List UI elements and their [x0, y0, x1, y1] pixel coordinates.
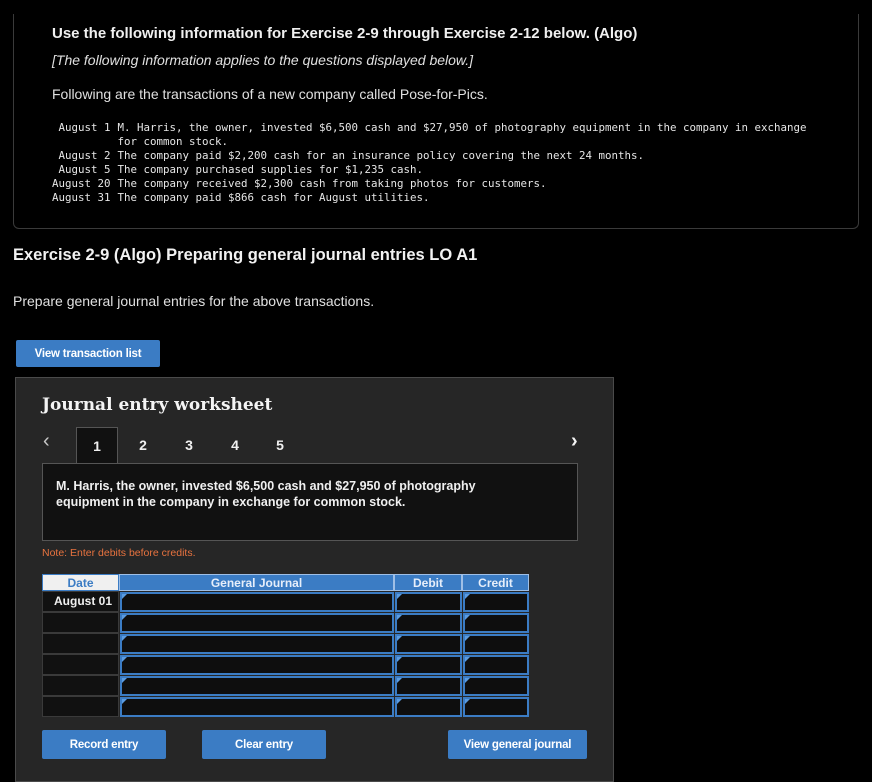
row-date: August 01: [42, 591, 119, 612]
transaction-description: The company paid $2,200 cash for an insu…: [117, 149, 645, 162]
credit-input[interactable]: [463, 634, 529, 654]
credit-input[interactable]: [463, 676, 529, 696]
transaction-date: August 1: [58, 121, 111, 134]
tab-1[interactable]: 1: [76, 427, 118, 464]
row-date: [42, 675, 119, 696]
chevron-right-icon[interactable]: ›: [571, 430, 578, 453]
debit-input[interactable]: [395, 613, 462, 633]
tab-2[interactable]: 2: [122, 427, 164, 463]
debit-input[interactable]: [395, 655, 462, 675]
transactions-table: August 1 M. Harris, the owner, invested …: [52, 121, 808, 205]
transaction-description: M. Harris, the owner, invested $6,500 ca…: [117, 121, 807, 148]
column-header-general-journal: General Journal: [119, 574, 394, 591]
row-date: [42, 696, 119, 717]
transaction-description: The company paid $866 cash for August ut…: [117, 191, 430, 204]
debit-input[interactable]: [395, 592, 462, 612]
account-input[interactable]: [120, 634, 394, 654]
view-transaction-list-button[interactable]: View transaction list: [16, 340, 160, 367]
transaction-row: August 2 The company paid $2,200 cash fo…: [52, 149, 808, 163]
transaction-date: August 20: [52, 177, 111, 190]
worksheet-description: M. Harris, the owner, invested $6,500 ca…: [56, 479, 476, 509]
chevron-left-icon[interactable]: ‹: [43, 430, 50, 453]
account-input[interactable]: [120, 655, 394, 675]
column-header-credit: Credit: [462, 574, 529, 591]
account-input[interactable]: [120, 697, 394, 717]
transaction-date: August 31: [52, 191, 111, 204]
account-input[interactable]: [120, 592, 394, 612]
entry-note: Note: Enter debits before credits.: [42, 547, 196, 559]
transaction-date: August 2: [58, 149, 111, 162]
debit-input[interactable]: [395, 697, 462, 717]
exercise-instruction: Prepare general journal entries for the …: [13, 293, 375, 309]
tab-5[interactable]: 5: [259, 427, 301, 463]
transaction-description: The company received $2,300 cash from ta…: [117, 177, 547, 190]
column-header-debit: Debit: [394, 574, 462, 591]
tab-3[interactable]: 3: [168, 427, 210, 463]
credit-input[interactable]: [463, 613, 529, 633]
view-general-journal-button[interactable]: View general journal: [448, 730, 587, 759]
credit-input[interactable]: [463, 697, 529, 717]
info-subtitle: [The following information applies to th…: [52, 52, 474, 68]
transaction-date: August 5: [58, 163, 111, 176]
transaction-description-box: M. Harris, the owner, invested $6,500 ca…: [42, 463, 578, 541]
info-title: Use the following information for Exerci…: [52, 25, 638, 42]
info-intro: Following are the transactions of a new …: [52, 86, 488, 102]
transaction-row: August 1 M. Harris, the owner, invested …: [52, 121, 808, 149]
transaction-row: August 20 The company received $2,300 ca…: [52, 177, 808, 191]
account-input[interactable]: [120, 613, 394, 633]
exercise-heading: Exercise 2-9 (Algo) Preparing general jo…: [13, 246, 478, 264]
column-header-date: Date: [42, 574, 119, 591]
journal-entry-worksheet: Journal entry worksheet ‹ 1 2 3 4 5 › M.…: [15, 377, 614, 782]
row-date: [42, 612, 119, 633]
row-date: [42, 654, 119, 675]
tab-4[interactable]: 4: [214, 427, 256, 463]
record-entry-button[interactable]: Record entry: [42, 730, 166, 759]
transaction-row: August 5 The company purchased supplies …: [52, 163, 808, 177]
credit-input[interactable]: [463, 655, 529, 675]
transaction-description: The company purchased supplies for $1,23…: [117, 163, 424, 176]
debit-input[interactable]: [395, 634, 462, 654]
clear-entry-button[interactable]: Clear entry: [202, 730, 326, 759]
account-input[interactable]: [120, 676, 394, 696]
row-date: [42, 633, 119, 654]
debit-input[interactable]: [395, 676, 462, 696]
credit-input[interactable]: [463, 592, 529, 612]
worksheet-title: Journal entry worksheet: [42, 395, 273, 415]
transaction-row: August 31 The company paid $866 cash for…: [52, 191, 808, 205]
